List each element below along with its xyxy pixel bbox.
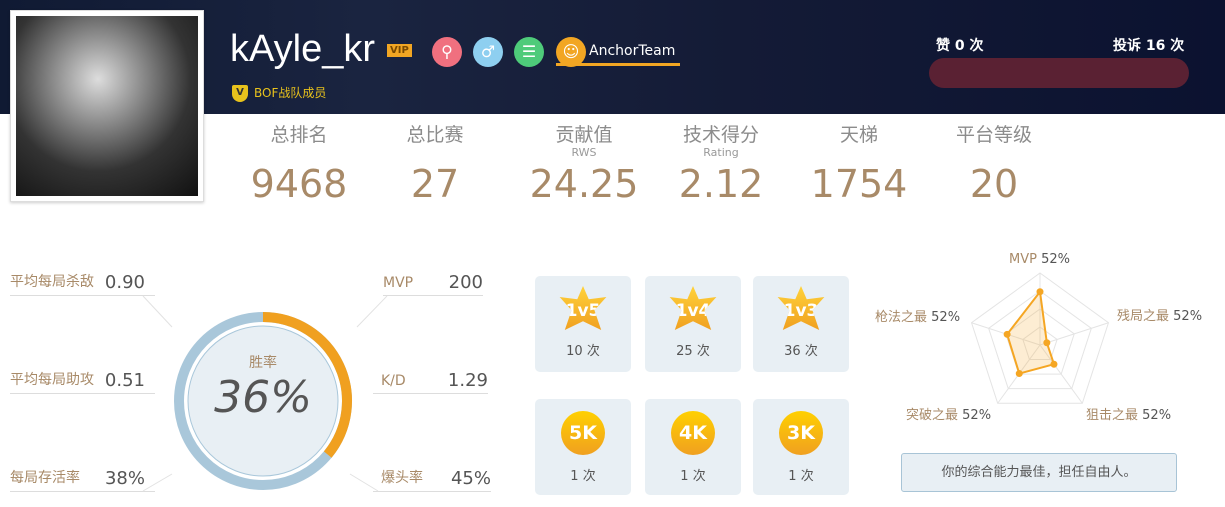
medal-coin-icon: 4K: [671, 411, 715, 455]
medal-star-icon: 1v4: [669, 286, 717, 330]
medal-count: 1 次: [788, 469, 814, 484]
radar-point: [1015, 370, 1023, 378]
radar-point: [1043, 339, 1051, 347]
radar-label-aim: 枪法之最 52%: [875, 310, 961, 325]
winrate-value: 36%: [214, 372, 312, 423]
medal-card[interactable]: 1v5 10 次: [535, 276, 631, 372]
medal-card[interactable]: 1v4 25 次: [645, 276, 741, 372]
radar-point: [1003, 330, 1011, 338]
radar-point: [1036, 288, 1044, 296]
medal-card[interactable]: 5K 1 次: [535, 399, 631, 495]
medal-count: 10 次: [566, 344, 600, 359]
medal-card[interactable]: 4K 1 次: [645, 399, 741, 495]
medal-card[interactable]: 1v3 36 次: [753, 276, 849, 372]
medal-count: 25 次: [676, 344, 710, 359]
medal-count: 36 次: [784, 344, 818, 359]
radar-label-clutch: 残局之最 52%: [1117, 309, 1203, 324]
medal-card[interactable]: 3K 1 次: [753, 399, 849, 495]
radar-chart: [970, 272, 1110, 404]
radar-label-sniper: 狙击之最 52%: [1086, 408, 1172, 423]
medal-star-icon: 1v3: [777, 286, 825, 330]
radar-point: [1050, 360, 1058, 368]
medal-count: 1 次: [680, 469, 706, 484]
medal-star-icon: 1v5: [559, 286, 607, 330]
winrate-label: 胜率: [249, 355, 277, 371]
role-summary: 你的综合能力最佳，担任自由人。: [901, 453, 1177, 492]
medal-count: 1 次: [570, 469, 596, 484]
radar-label-entry: 突破之最 52%: [906, 408, 992, 423]
medal-coin-icon: 3K: [779, 411, 823, 455]
medal-coin-icon: 5K: [561, 411, 605, 455]
radar-label-mvp: MVP 52%: [1009, 252, 1070, 267]
